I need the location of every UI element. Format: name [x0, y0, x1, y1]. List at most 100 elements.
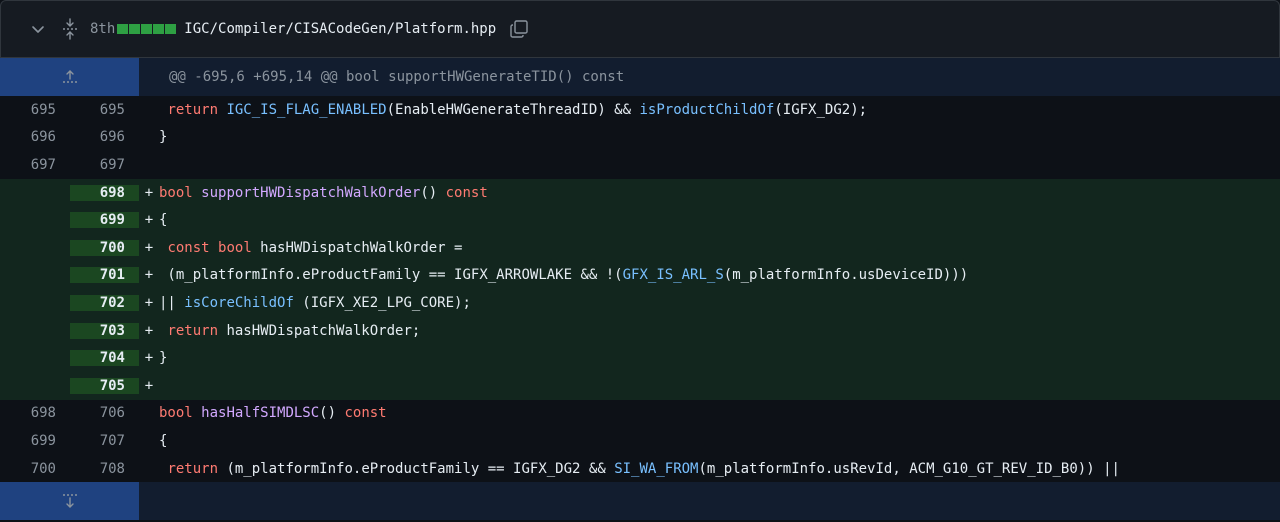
added-line: 701 + (m_platformInfo.eProductFamily == I…: [0, 261, 1280, 290]
diff-sign: +: [144, 350, 154, 367]
code-token: hasHalfSIMDLSC: [201, 405, 320, 422]
diff-sign: +: [144, 322, 154, 339]
code-token: usDeviceID: [858, 267, 943, 284]
code-token: (EnableHWGenerateThreadID) &&: [386, 101, 640, 118]
code-content: || isCoreChildOf (IGFX_XE2_LPG_CORE);: [159, 295, 471, 311]
old-line-number[interactable]: 700: [0, 461, 70, 477]
code-token: }: [159, 350, 168, 367]
new-line-number[interactable]: 705: [70, 377, 139, 394]
code-token: const: [344, 405, 387, 422]
diff-lines: 695 695 return IGC_IS_FLAG_ENABLED(Enable…: [0, 96, 1280, 482]
expand-down-icon: [62, 494, 77, 509]
code-token: bool: [218, 239, 252, 256]
code-token: (m_platformInfo.: [159, 267, 303, 284]
code-token: , ACM_G10_GT_REV_ID_B0)) ||: [892, 460, 1120, 477]
new-line-number[interactable]: 702: [70, 294, 139, 311]
new-line-number[interactable]: 703: [70, 322, 139, 339]
diff-sign: +: [144, 377, 154, 394]
new-line-number[interactable]: 704: [70, 350, 139, 367]
code-token: }: [159, 129, 168, 146]
hunk-footer-row: [0, 482, 1280, 521]
added-line: 705 +: [0, 371, 1280, 400]
code-token: supportHWDispatchWalkOrder: [201, 184, 421, 201]
old-line-number[interactable]: 698: [0, 405, 70, 421]
code-token: bool: [159, 405, 193, 422]
expand-up-icon: [62, 70, 77, 83]
hunk-header-row: @@ -695,6 +695,14 @@ bool supportHWGener…: [0, 58, 1280, 96]
diff-sign: +: [144, 184, 154, 201]
new-line-number[interactable]: 707: [70, 433, 139, 449]
diffstat-block: [153, 24, 165, 34]
code-content: return hasHWDispatchWalkOrder;: [159, 323, 420, 339]
code-token: eProductFamily: [361, 460, 480, 477]
code-token: ))): [942, 267, 969, 284]
code-content: const bool hasHWDispatchWalkOrder =: [159, 240, 462, 256]
code-token: IGC_IS_FLAG_ENABLED: [226, 101, 387, 118]
code-token: return: [167, 460, 219, 477]
diffstat: 8th: [90, 21, 177, 37]
added-line: 700 + const bool hasHWDispatchWalkOrder =: [0, 233, 1280, 262]
old-line-number[interactable]: 699: [0, 433, 70, 449]
diffstat-block: [117, 24, 129, 34]
old-line-number[interactable]: 695: [0, 102, 70, 118]
diff-sign: +: [144, 239, 154, 256]
diffstat-block: [141, 24, 153, 34]
new-line-number[interactable]: 696: [70, 129, 139, 145]
code-token: ||: [159, 294, 185, 311]
code-content: bool supportHWDispatchWalkOrder() const: [159, 185, 488, 201]
diffstat-block: [129, 24, 141, 34]
code-token: (m_platformInfo.: [218, 460, 362, 477]
code-token: (): [319, 405, 345, 422]
code-token: hasHWDispatchWalkOrder =: [251, 239, 463, 256]
context-line: 698 706 bool hasHalfSIMDLSC() const: [0, 400, 1280, 428]
code-token: isCoreChildOf: [184, 294, 294, 311]
code-token: {: [159, 432, 168, 449]
code-token: const: [445, 184, 488, 201]
new-line-number[interactable]: 697: [70, 157, 139, 173]
context-line: 696 696}: [0, 124, 1280, 152]
new-line-number[interactable]: 706: [70, 405, 139, 421]
added-line: 703 + return hasHWDispatchWalkOrder;: [0, 316, 1280, 345]
context-line: 700 708 return (m_platformInfo.eProductFa…: [0, 455, 1280, 483]
code-token: (m_platformInfo.: [723, 267, 859, 284]
diff-sign: +: [144, 267, 154, 284]
code-token: GFX_IS_ARL_S: [622, 267, 724, 284]
code-token: == IGFX_DG2 &&: [479, 460, 615, 477]
code-content: }: [159, 129, 167, 145]
code-content: (m_platformInfo.eProductFamily == IGFX_A…: [159, 267, 968, 283]
diff-sign: +: [144, 294, 154, 311]
code-content: {: [159, 212, 167, 228]
new-line-number[interactable]: 698: [70, 184, 139, 201]
code-token: (): [420, 184, 446, 201]
expand-up-button[interactable]: [0, 58, 139, 96]
new-line-number[interactable]: 700: [70, 239, 139, 256]
diff-sign: +: [144, 212, 154, 229]
code-token: const: [167, 239, 210, 256]
new-line-number[interactable]: 699: [70, 212, 139, 229]
copy-icon[interactable]: [508, 18, 530, 40]
code-content: return IGC_IS_FLAG_ENABLED(EnableHWGener…: [159, 102, 867, 118]
new-line-number[interactable]: 695: [70, 102, 139, 118]
chevron-down-icon[interactable]: [28, 19, 48, 39]
code-token: (m_platformInfo.: [698, 460, 834, 477]
context-line: 695 695 return IGC_IS_FLAG_ENABLED(Enable…: [0, 96, 1280, 124]
code-token: == IGFX_ARROWLAKE && !(: [420, 267, 623, 284]
code-content: return (m_platformInfo.eProductFamily ==…: [159, 461, 1120, 477]
old-line-number[interactable]: 696: [0, 129, 70, 145]
new-line-number[interactable]: 708: [70, 461, 139, 477]
old-line-number[interactable]: 697: [0, 157, 70, 173]
file-path-link[interactable]: IGC/Compiler/CISACodeGen/Platform.hpp: [184, 21, 496, 37]
added-line: 699 + {: [0, 206, 1280, 234]
added-line: 704 +}: [0, 344, 1280, 372]
context-line: 699 707 {: [0, 427, 1280, 455]
code-token: eProductFamily: [302, 267, 421, 284]
hunk-header: @@ -695,6 +695,14 @@ bool supportHWGener…: [169, 69, 625, 85]
diffstat-block: [165, 24, 177, 34]
unfold-icon[interactable]: [59, 17, 81, 41]
context-line: 697 697: [0, 151, 1280, 179]
expand-down-button[interactable]: [0, 482, 139, 521]
new-line-number[interactable]: 701: [70, 267, 139, 284]
